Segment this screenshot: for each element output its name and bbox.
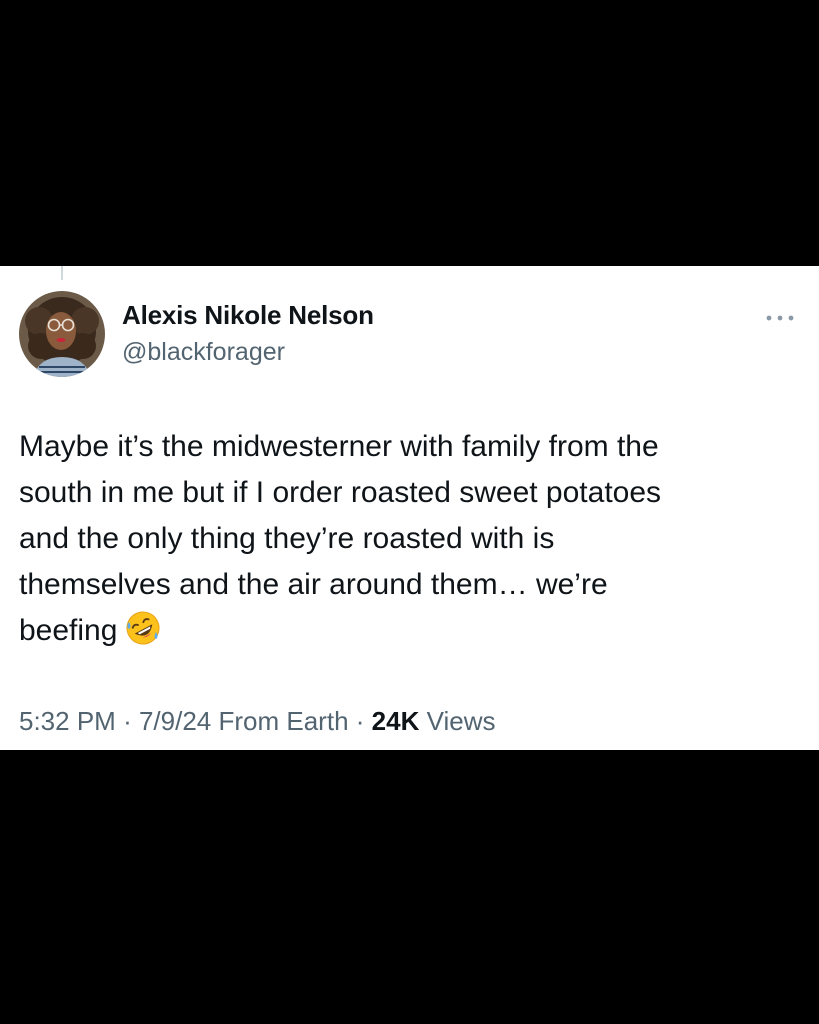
tweet-text-line: south in me but if I order roasted sweet… (19, 476, 662, 509)
tweet-metadata: 5:32 PM · 7/9/24 From Earth · 24K Views (19, 706, 496, 737)
avatar[interactable] (19, 291, 105, 377)
tweet-text-line-last: beefing (19, 608, 789, 660)
tweet-date[interactable]: 7/9/24 (139, 706, 211, 736)
avatar-photo-icon (19, 291, 105, 377)
author-handle[interactable]: @blackforager (122, 338, 285, 367)
author-display-name[interactable]: Alexis Nikole Nelson (122, 300, 374, 331)
tweet-text-word: beefing (19, 614, 118, 647)
more-horizontal-icon (766, 315, 794, 321)
meta-separator: · (355, 706, 365, 736)
tweet-text: Maybe it’s the midwesterner with family … (19, 424, 789, 660)
screenshot-frame: Alexis Nikole Nelson @blackforager Maybe… (0, 0, 819, 1024)
tweet-time[interactable]: 5:32 PM (19, 706, 116, 736)
views-count[interactable]: 24K (372, 706, 420, 736)
thread-connector-line (61, 266, 63, 280)
tweet-text-line: and the only thing they’re roasted with … (19, 522, 555, 555)
tweet-card[interactable]: Alexis Nikole Nelson @blackforager Maybe… (0, 266, 819, 750)
more-options-button[interactable] (762, 308, 798, 328)
tweet-source: From Earth (218, 706, 349, 736)
tweet-text-line: themselves and the air around them… we’r… (19, 568, 608, 601)
tweet-text-line: Maybe it’s the midwesterner with family … (19, 430, 659, 463)
views-label[interactable]: Views (427, 706, 496, 736)
rolling-on-the-floor-laughing-emoji-icon (125, 610, 161, 660)
meta-separator: · (123, 706, 132, 736)
